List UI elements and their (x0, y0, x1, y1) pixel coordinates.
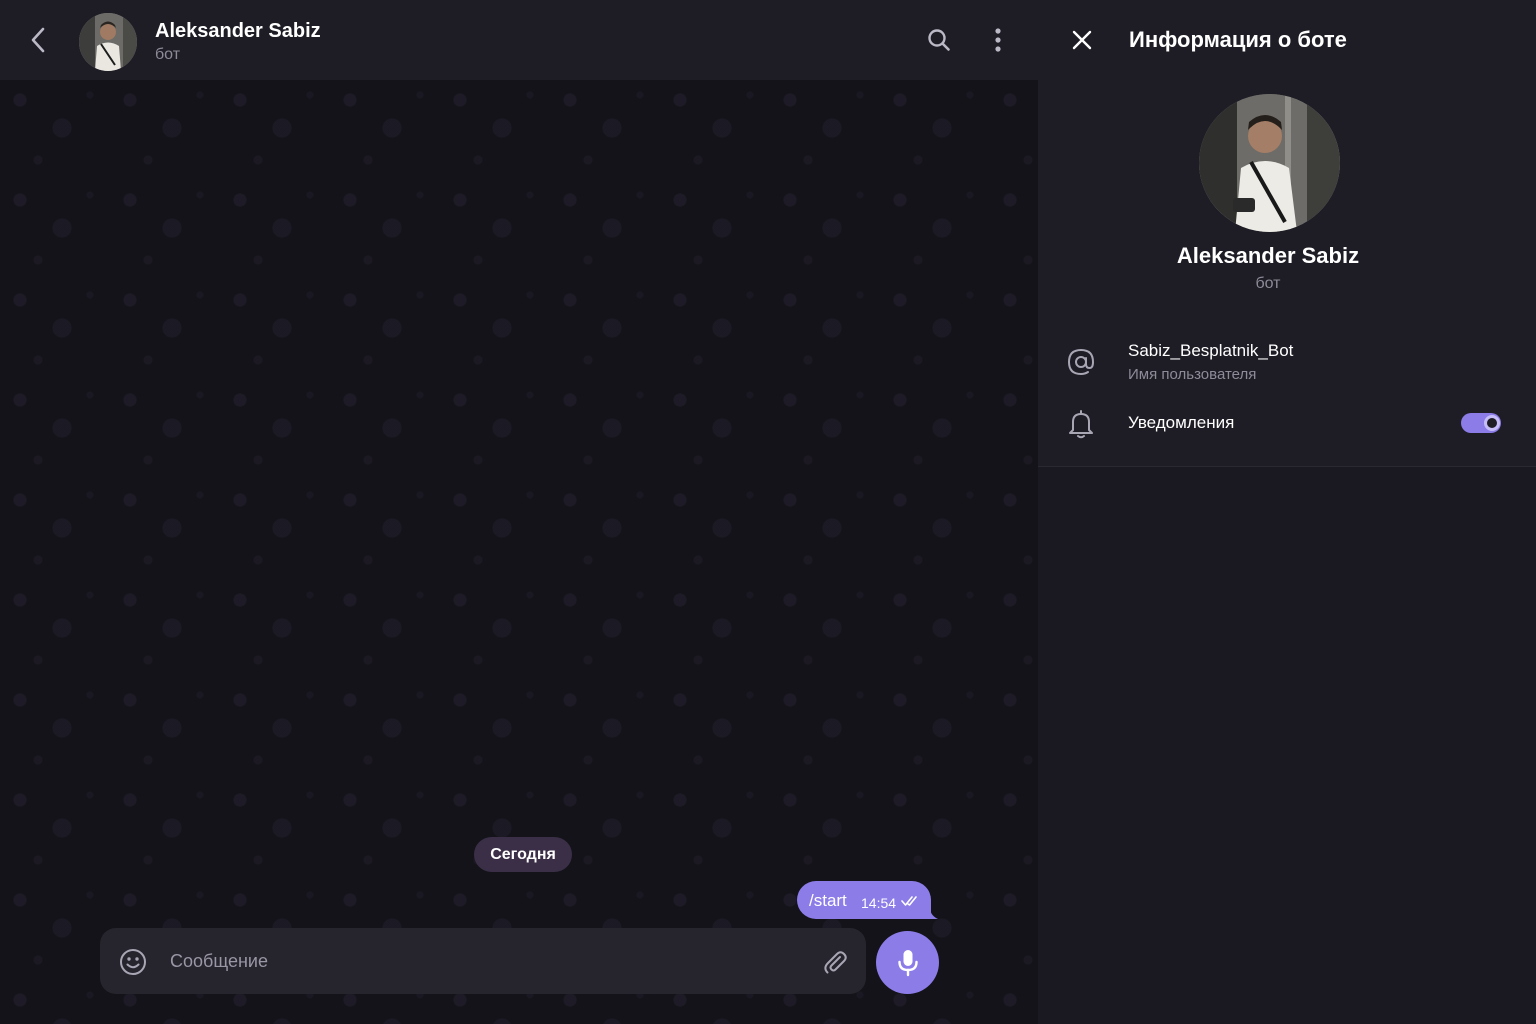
message-input[interactable] (170, 946, 800, 976)
date-divider: Сегодня (474, 837, 572, 872)
at-sign-icon (1064, 345, 1098, 379)
username-label: Имя пользователя (1128, 366, 1257, 383)
close-button[interactable] (1062, 20, 1102, 60)
username-row[interactable]: Sabiz_Besplatnik_Bot Имя пользователя (1038, 330, 1536, 392)
notifications-label: Уведомления (1128, 413, 1235, 432)
more-button[interactable] (978, 20, 1018, 60)
chat-subtitle: бот (155, 46, 181, 63)
chat-area: Aleksander Sabiz бот Сегодня /start 14:5… (0, 0, 1038, 1024)
chevron-left-icon (31, 27, 45, 53)
profile-avatar[interactable] (1199, 94, 1340, 232)
bell-icon (1064, 407, 1098, 441)
search-button[interactable] (919, 20, 959, 60)
message-time: 14:54 (861, 895, 897, 911)
toggle-knob (1484, 415, 1500, 431)
voice-message-button[interactable] (876, 931, 939, 994)
bot-info-panel: Информация о боте Aleksander Sabiz бот S… (1038, 0, 1536, 1024)
bot-info-card: Информация о боте Aleksander Sabiz бот S… (1038, 0, 1536, 467)
message-text: /start (809, 891, 847, 910)
profile-name: Aleksander Sabiz (1176, 243, 1360, 268)
double-check-icon (901, 896, 917, 906)
chat-header: Aleksander Sabiz бот (0, 0, 1038, 80)
notifications-toggle[interactable] (1461, 413, 1501, 433)
message-bubble[interactable]: /start 14:54 (797, 881, 931, 919)
paperclip-icon (824, 951, 847, 974)
chat-title[interactable]: Aleksander Sabiz (155, 20, 321, 43)
search-icon (928, 29, 950, 51)
more-vertical-icon (995, 28, 1001, 52)
profile-photo (1199, 94, 1340, 232)
emoji-button[interactable] (116, 945, 150, 979)
avatar-photo (79, 13, 137, 71)
avatar[interactable] (79, 13, 137, 71)
microphone-icon (897, 949, 918, 976)
telegram-app: Aleksander Sabiz бот Сегодня /start 14:5… (0, 0, 1536, 1024)
back-button[interactable] (20, 20, 56, 60)
profile-subtitle: бот (1255, 275, 1281, 292)
panel-title: Информация о боте (1129, 27, 1347, 52)
emoji-icon (120, 949, 146, 975)
message-composer (100, 928, 866, 994)
attach-button[interactable] (818, 945, 852, 979)
username-value: Sabiz_Besplatnik_Bot (1128, 341, 1294, 360)
close-icon (1072, 30, 1092, 50)
notifications-row[interactable]: Уведомления (1038, 398, 1536, 450)
